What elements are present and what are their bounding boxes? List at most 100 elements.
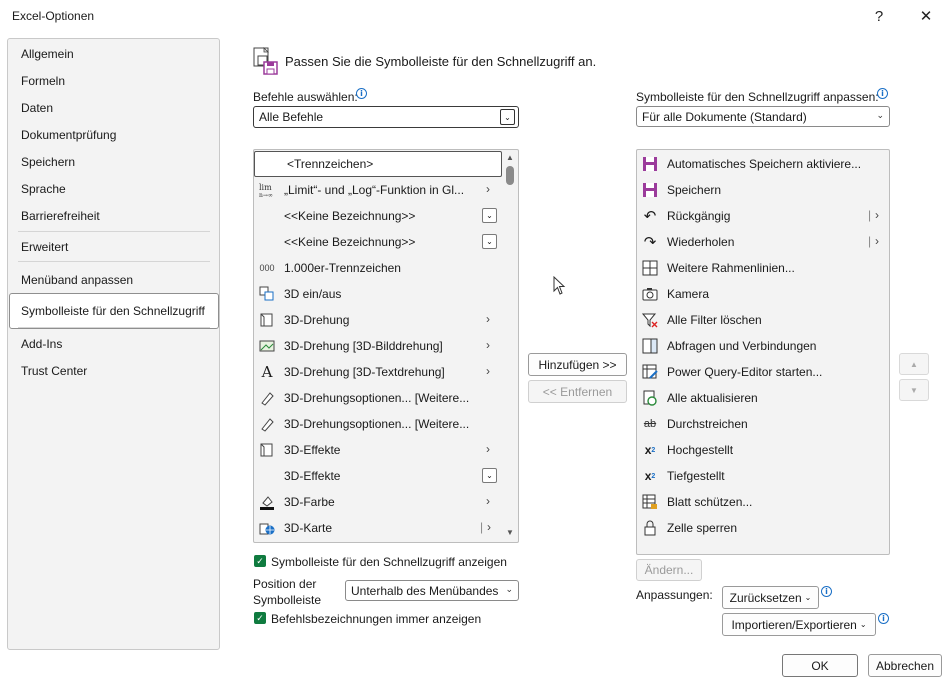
list-item[interactable]: 3D ein/aus — [254, 281, 502, 307]
close-button[interactable]: ✕ — [903, 0, 949, 32]
list-item[interactable]: Power Query-Editor starten... — [637, 359, 889, 385]
info-icon[interactable]: i — [821, 586, 832, 597]
list-item[interactable]: x2 Tiefgestellt — [637, 463, 889, 489]
scroll-down-arrow[interactable]: ▼ — [504, 528, 516, 537]
undo-icon: ↶ — [643, 208, 657, 225]
list-item[interactable]: Zelle sperren — [637, 515, 889, 541]
title-bar: Excel-Optionen ? ✕ — [0, 0, 950, 34]
list-item[interactable]: A 3D-Drehung [3D-Textdrehung] › — [254, 359, 502, 385]
modify-button[interactable]: Ändern... — [636, 559, 702, 581]
list-item[interactable]: Blatt schützen... — [637, 489, 889, 515]
nav-item-add-ins[interactable]: Add-Ins — [21, 337, 62, 351]
nav-item-formeln[interactable]: Formeln — [21, 74, 65, 88]
refresh-icon — [642, 390, 658, 406]
move-down-button[interactable]: ▼ — [899, 379, 929, 401]
queries-icon — [642, 338, 658, 354]
chevron-down-icon: ⌄ — [859, 620, 867, 629]
picture-rotate-icon — [259, 338, 275, 354]
list-item[interactable]: Weitere Rahmenlinien... — [637, 255, 889, 281]
power-query-icon — [642, 364, 658, 380]
options-nav: Allgemein Formeln Daten Dokumentprüfung … — [7, 38, 220, 650]
reset-button[interactable]: Zurücksetzen ⌄ — [722, 586, 819, 609]
qat-scope-value: Für alle Dokumente (Standard) — [642, 109, 807, 124]
commands-category-select[interactable]: Alle Befehle ⌄ — [253, 106, 519, 128]
nav-item-barrierefreiheit[interactable]: Barrierefreiheit — [21, 209, 100, 223]
lock-icon — [642, 520, 658, 536]
scroll-up-arrow[interactable]: ▲ — [504, 153, 516, 162]
list-item[interactable]: ↷ Wiederholen | › — [637, 229, 889, 255]
import-export-label: Importieren/Exportieren — [731, 617, 857, 632]
strikethrough-icon: ab — [643, 418, 657, 430]
help-button[interactable]: ? — [856, 0, 902, 32]
nav-item-menueband[interactable]: Menüband anpassen — [21, 273, 133, 287]
list-item[interactable]: Kamera — [637, 281, 889, 307]
borders-icon — [642, 260, 658, 276]
nav-item-dokumentpruefung[interactable]: Dokumentprüfung — [21, 128, 116, 142]
list-item[interactable]: Alle Filter löschen — [637, 307, 889, 333]
list-item[interactable]: 3D-Drehungsoptionen... [Weitere... — [254, 385, 502, 411]
autosave-icon — [642, 156, 658, 172]
list-item[interactable]: ↶ Rückgängig | › — [637, 203, 889, 229]
nav-divider — [18, 231, 210, 232]
list-item[interactable]: x2 Hochgestellt — [637, 437, 889, 463]
list-item[interactable]: ab Durchstreichen — [637, 411, 889, 437]
move-up-button[interactable]: ▲ — [899, 353, 929, 375]
qat-position-select[interactable]: Unterhalb des Menübandes ⌄ — [345, 580, 519, 601]
list-item[interactable]: 3D-Drehung [3D-Bilddrehung] › — [254, 333, 502, 359]
list-item[interactable]: 3D-Effekte › — [254, 437, 502, 463]
show-qat-label: Symbolleiste für den Schnellzugriff anze… — [271, 555, 507, 569]
nav-item-erweitert[interactable]: Erweitert — [21, 240, 68, 254]
cube-icon — [259, 442, 275, 458]
list-item[interactable]: <Trennzeichen> — [254, 151, 502, 177]
camera-icon — [642, 286, 658, 302]
list-item[interactable]: <<Keine Bezeichnung>> ⌄ — [254, 229, 502, 255]
list-item[interactable]: 3D-Drehungsoptionen... [Weitere... — [254, 411, 502, 437]
list-item[interactable]: 3D-Effekte ⌄ — [254, 463, 502, 489]
list-item[interactable]: 3D-Farbe › — [254, 489, 502, 515]
list-item[interactable]: <<Keine Bezeichnung>> ⌄ — [254, 203, 502, 229]
svg-text:lim: lim — [259, 183, 272, 192]
protect-sheet-icon — [642, 494, 658, 510]
split-divider: | — [868, 234, 872, 248]
list-item[interactable]: Alle aktualisieren — [637, 385, 889, 411]
list-item[interactable]: 3D-Karte | › — [254, 515, 502, 541]
lim-icon: lim n→∞ — [259, 182, 275, 198]
chevron-down-icon: ⌄ — [500, 109, 515, 125]
scrollbar-thumb[interactable] — [506, 166, 514, 185]
ok-button[interactable]: OK — [782, 654, 858, 677]
import-export-button[interactable]: Importieren/Exportieren ⌄ — [722, 613, 876, 636]
nav-item-sprache[interactable]: Sprache — [21, 182, 66, 196]
window-title: Excel-Optionen — [12, 9, 95, 23]
chevron-right-icon: › — [486, 364, 490, 378]
qat-items-list[interactable]: Automatisches Speichern aktiviere... Spe… — [636, 149, 890, 555]
mouse-cursor-icon — [553, 275, 567, 299]
add-button[interactable]: Hinzufügen >> — [528, 353, 627, 376]
cancel-button[interactable]: Abbrechen — [868, 654, 942, 677]
split-divider: | — [868, 208, 872, 222]
qat-position-value: Unterhalb des Menübandes — [351, 583, 499, 598]
commands-list[interactable]: <Trennzeichen> lim n→∞ „Limit“- und „Log“… — [253, 149, 519, 543]
remove-button[interactable]: << Entfernen — [528, 380, 627, 403]
list-item[interactable]: 000 1.000er-Trennzeichen — [254, 255, 502, 281]
nav-item-daten[interactable]: Daten — [21, 101, 53, 115]
nav-item-schnellzugriff[interactable]: Symbolleiste für den Schnellzugriff — [21, 304, 205, 318]
list-item[interactable]: lim n→∞ „Limit“- und „Log“-Funktion in Gl… — [254, 177, 502, 203]
info-icon[interactable]: i — [356, 88, 367, 99]
nav-item-speichern[interactable]: Speichern — [21, 155, 75, 169]
nav-item-trust-center[interactable]: Trust Center — [21, 364, 87, 378]
always-labels-checkbox[interactable]: ✓ — [254, 612, 266, 624]
list-item[interactable]: Abfragen und Verbindungen — [637, 333, 889, 359]
superscript-icon: x2 — [644, 443, 656, 457]
info-icon[interactable]: i — [877, 88, 888, 99]
subscript-icon: x2 — [644, 469, 656, 483]
show-qat-checkbox[interactable]: ✓ — [254, 555, 266, 567]
text-rotate-icon: A — [261, 363, 273, 381]
qat-scope-select[interactable]: Für alle Dokumente (Standard) ⌄ — [636, 106, 890, 127]
info-icon[interactable]: i — [878, 613, 889, 624]
list-item[interactable]: 3D-Drehung › — [254, 307, 502, 333]
pen-options-icon — [259, 416, 275, 432]
nav-divider — [18, 261, 210, 262]
nav-item-allgemein[interactable]: Allgemein — [21, 47, 74, 61]
list-item[interactable]: Speichern — [637, 177, 889, 203]
list-item[interactable]: Automatisches Speichern aktiviere... — [637, 151, 889, 177]
